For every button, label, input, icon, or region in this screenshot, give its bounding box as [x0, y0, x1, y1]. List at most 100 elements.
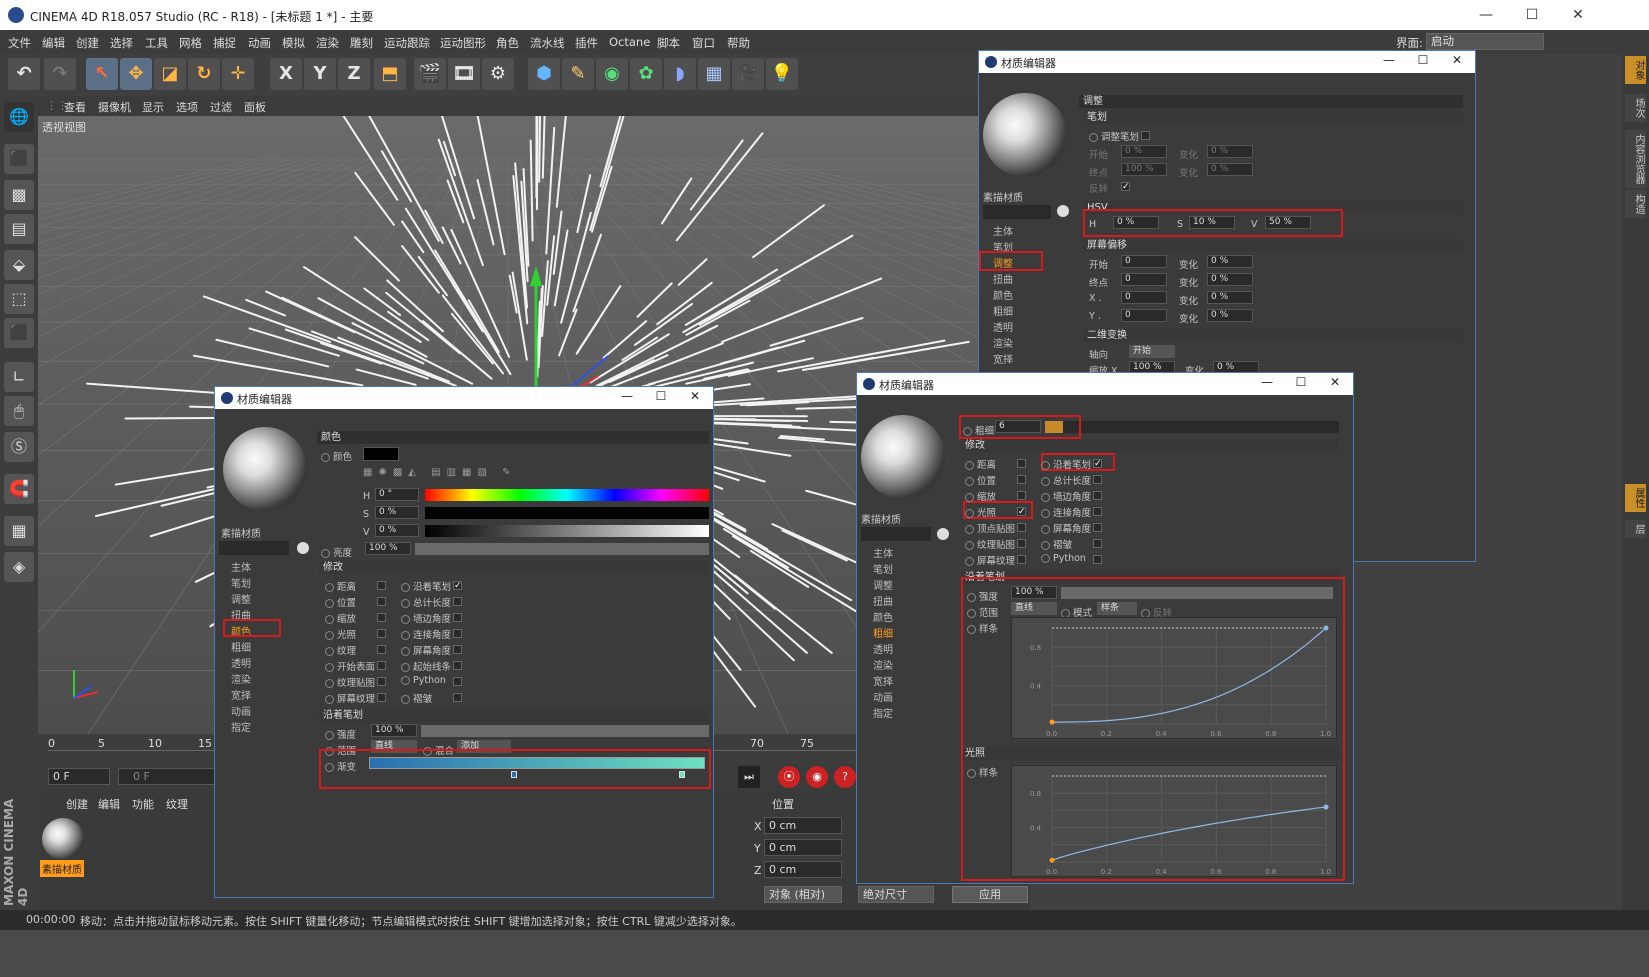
channel-thickness[interactable]: 粗细	[873, 625, 893, 640]
menu-item-mograph[interactable]: 运动图形	[440, 35, 486, 51]
value-slider[interactable]	[425, 525, 709, 537]
planar-workplane-icon[interactable]: ◈	[4, 552, 34, 582]
radio-icon[interactable]	[401, 695, 410, 704]
channel-distort[interactable]: 扭曲	[993, 271, 1013, 286]
menu-item-render[interactable]: 渲染	[316, 35, 339, 51]
menu-item-tools[interactable]: 工具	[145, 35, 168, 51]
channel-animation[interactable]: 动画	[873, 689, 893, 704]
start-frame-field[interactable]: 0 F	[48, 768, 110, 785]
radio-icon[interactable]	[965, 461, 974, 470]
radio-icon[interactable]	[321, 549, 330, 558]
material-name-field[interactable]	[983, 205, 1051, 219]
radio-icon[interactable]	[965, 477, 974, 486]
offset-end-field[interactable]: 0	[1121, 273, 1167, 286]
channel-thickness[interactable]: 粗细	[993, 303, 1013, 318]
modifier-checkbox[interactable]	[1017, 491, 1026, 500]
channel-render[interactable]: 渲染	[231, 671, 251, 686]
hue-slider[interactable]	[425, 489, 709, 501]
modifier-checkbox[interactable]	[1017, 523, 1026, 532]
channel-transparency[interactable]: 透明	[873, 641, 893, 656]
radio-icon[interactable]	[325, 647, 334, 656]
screen-offset-header[interactable]: 屏幕偏移	[1083, 239, 1463, 252]
close-icon[interactable]: ✕	[1555, 0, 1601, 30]
coord-y-field[interactable]: 0 cm	[764, 839, 842, 856]
channel-distort[interactable]: 扭曲	[873, 593, 893, 608]
modifier-checkbox[interactable]	[453, 645, 462, 654]
offset-change-field[interactable]: 0 %	[1207, 291, 1253, 304]
modifier-checkbox[interactable]	[453, 613, 462, 622]
material-preview[interactable]	[861, 415, 945, 499]
modifier-checkbox[interactable]	[1093, 555, 1102, 564]
viewport-menu-filter[interactable]: 过滤	[210, 99, 232, 115]
modifier-checkbox[interactable]	[1093, 475, 1102, 484]
modifier-checkbox[interactable]: ✓	[453, 581, 462, 591]
radio-icon[interactable]	[1089, 133, 1098, 142]
modifier-checkbox[interactable]	[453, 693, 462, 702]
axis-select[interactable]: 开始	[1129, 345, 1175, 358]
modifier-checkbox[interactable]	[453, 597, 462, 606]
radio-icon[interactable]	[965, 493, 974, 502]
channel-main[interactable]: 主体	[231, 559, 251, 574]
modifier-checkbox[interactable]	[377, 581, 386, 590]
viewport-menu-display[interactable]: 显示	[142, 99, 164, 115]
menu-item-create[interactable]: 创建	[76, 35, 99, 51]
maximize-icon[interactable]: ☐	[1509, 0, 1555, 30]
offset-x-field[interactable]: 0	[1121, 291, 1167, 304]
radio-icon[interactable]	[401, 663, 410, 672]
stroke-header[interactable]: 笔划	[1083, 111, 1463, 124]
close-icon[interactable]: ✕	[681, 389, 709, 403]
keyframe-help-icon[interactable]: ?	[834, 766, 856, 788]
render-view-icon[interactable]: 🎬	[414, 58, 446, 90]
thickness-slider[interactable]	[1045, 421, 1339, 433]
modifier-checkbox[interactable]: ✓	[1017, 507, 1026, 517]
move-tool-icon[interactable]: ✥	[120, 58, 152, 90]
record-keys-icon[interactable]: ⦿	[778, 766, 800, 788]
coordinate-system-icon[interactable]: ⬒	[374, 58, 406, 90]
channel-main[interactable]: 主体	[993, 223, 1013, 238]
points-mode-icon[interactable]: ⬙	[4, 250, 34, 280]
menu-item-window[interactable]: 窗口	[692, 35, 715, 51]
modifier-checkbox[interactable]	[377, 693, 386, 702]
material-preview[interactable]	[983, 93, 1067, 177]
channel-width[interactable]: 宽择	[231, 687, 251, 702]
tab-objects[interactable]: 对象	[1625, 56, 1646, 84]
change-field[interactable]: 0 %	[1207, 145, 1253, 158]
coord-mode-select[interactable]: 对象 (相对)	[764, 886, 842, 903]
radio-icon[interactable]	[325, 615, 334, 624]
radio-icon[interactable]	[401, 647, 410, 656]
material-name-label[interactable]: 素描材质	[40, 860, 84, 877]
channel-assign[interactable]: 指定	[873, 705, 893, 720]
menu-item-sculpt[interactable]: 雕刻	[350, 35, 373, 51]
offset-change-field[interactable]: 0 %	[1207, 255, 1253, 268]
coord-size-select[interactable]: 绝对尺寸	[858, 886, 934, 903]
menu-item-help[interactable]: 帮助	[727, 35, 750, 51]
modifier-checkbox[interactable]	[377, 597, 386, 606]
modify-header[interactable]: 修改	[961, 439, 1339, 452]
viewport-menu-panel[interactable]: 面板	[244, 99, 266, 115]
texture-mode-icon[interactable]: ▩	[4, 180, 34, 210]
radio-icon[interactable]	[1041, 461, 1050, 470]
tab-takes[interactable]: 场次	[1625, 94, 1646, 122]
menu-item-octane[interactable]: Octane	[609, 35, 650, 49]
maximize-icon[interactable]: ☐	[1287, 375, 1315, 389]
coord-z-field[interactable]: 0 cm	[764, 861, 842, 878]
channel-width[interactable]: 宽择	[993, 351, 1013, 366]
edges-mode-icon[interactable]: ⬚	[4, 284, 34, 314]
minimize-icon[interactable]: —	[1463, 0, 1509, 30]
channel-thickness[interactable]: 粗细	[231, 639, 251, 654]
radio-icon[interactable]	[401, 676, 410, 685]
layout-select[interactable]: 启动	[1426, 33, 1544, 50]
channel-main[interactable]: 主体	[873, 545, 893, 560]
scale-tool-icon[interactable]: ◪	[154, 58, 186, 90]
recent-tool-icon[interactable]: ✛	[222, 58, 254, 90]
menu-item-simulate[interactable]: 模拟	[282, 35, 305, 51]
solo-icon[interactable]: Ⓢ	[4, 432, 34, 462]
menu-item-script[interactable]: 脚本	[657, 35, 680, 51]
strength-field[interactable]: 100 %	[371, 724, 417, 737]
modifier-checkbox[interactable]	[377, 629, 386, 638]
menu-item-pipeline[interactable]: 流水线	[530, 35, 565, 51]
color-mode-icons[interactable]: ▦✺▩◭ ▤▥▦▧ ✎	[363, 467, 603, 481]
z-axis-lock-icon[interactable]: Z	[338, 58, 370, 90]
offset-change-field[interactable]: 0 %	[1207, 273, 1253, 286]
maximize-icon[interactable]: ☐	[647, 389, 675, 403]
